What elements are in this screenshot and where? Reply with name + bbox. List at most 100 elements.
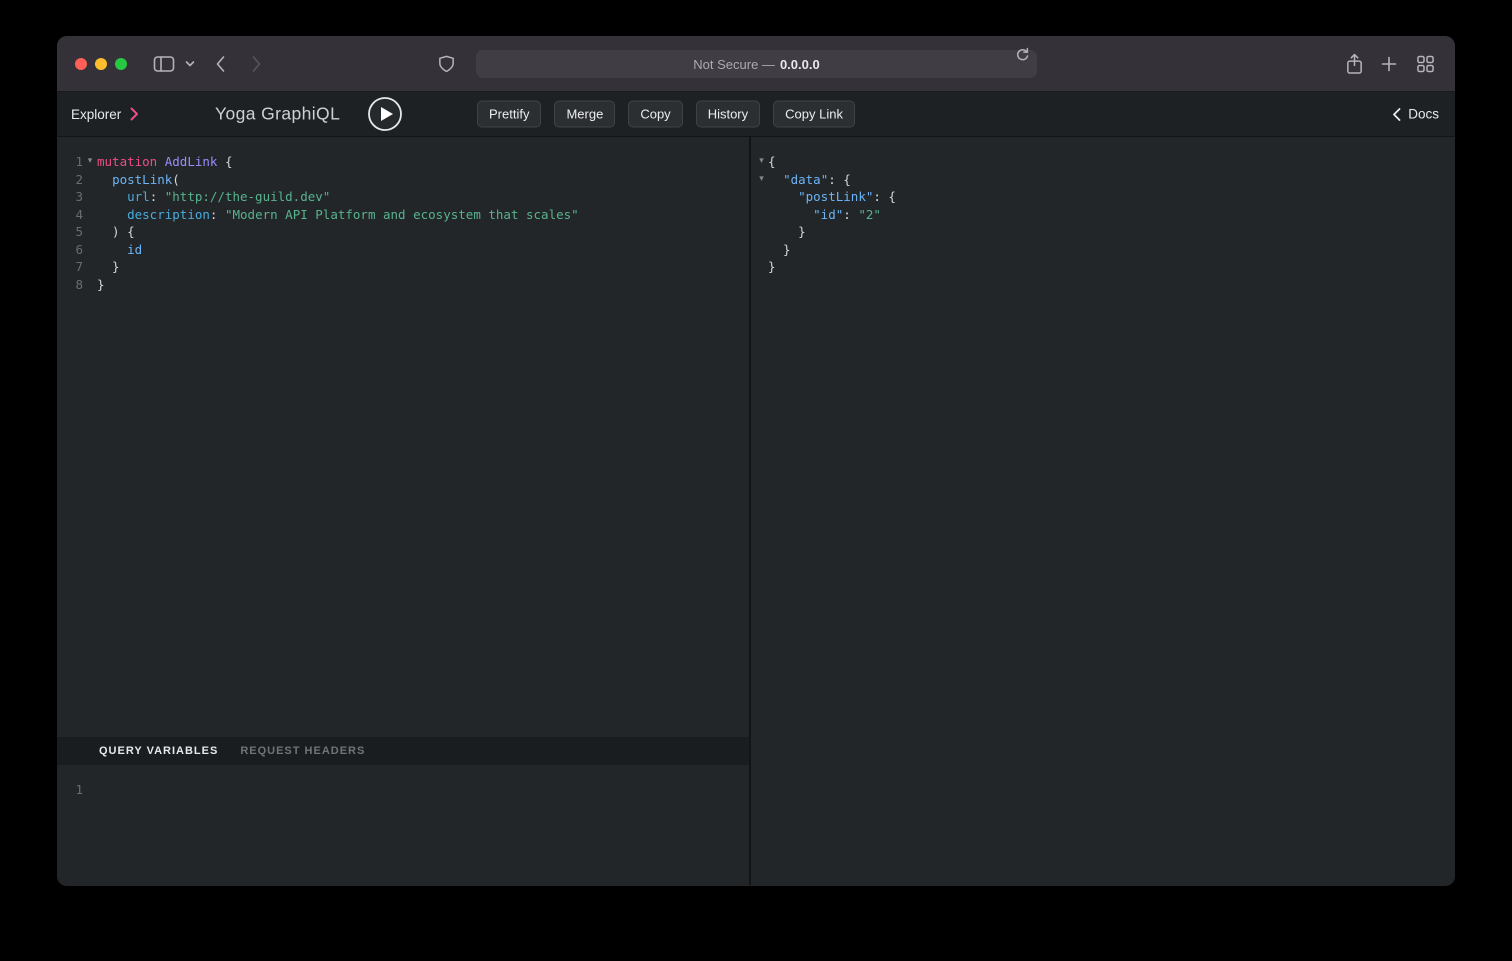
fold-spacer xyxy=(83,258,97,276)
sidebar-toggle-button[interactable] xyxy=(153,55,175,73)
fold-spacer xyxy=(755,241,768,259)
fold-arrow-icon[interactable]: ▾ xyxy=(755,171,768,189)
code-text: mutation AddLink { xyxy=(97,153,233,171)
traffic-lights xyxy=(75,58,127,70)
share-button[interactable] xyxy=(1345,53,1364,75)
share-icon xyxy=(1345,53,1364,75)
line-number: 1 xyxy=(57,781,83,799)
code-text: } xyxy=(768,258,776,276)
merge-button[interactable]: Merge xyxy=(554,101,615,128)
code-line: 7 } xyxy=(57,258,749,276)
minimize-window-button[interactable] xyxy=(95,58,107,70)
code-line: 1▾mutation AddLink { xyxy=(57,153,749,171)
query-editor[interactable]: 1▾mutation AddLink {2 postLink(3 url: "h… xyxy=(57,137,749,737)
new-tab-button[interactable] xyxy=(1381,56,1397,72)
code-text: } xyxy=(768,241,791,259)
fold-spacer xyxy=(83,206,97,224)
copy-link-button[interactable]: Copy Link xyxy=(773,101,855,128)
fold-spacer xyxy=(83,276,97,294)
code-line: ▾ "data": { xyxy=(751,171,1455,189)
sidebar-menu-chevron[interactable] xyxy=(185,60,195,67)
docs-label: Docs xyxy=(1408,107,1439,122)
execute-query-button[interactable] xyxy=(367,96,403,132)
fold-spacer xyxy=(755,188,768,206)
url-text: 0.0.0.0 xyxy=(780,57,820,72)
prettify-button[interactable]: Prettify xyxy=(477,101,541,128)
browser-toolbar: Not Secure — 0.0.0.0 xyxy=(57,36,1455,92)
zoom-window-button[interactable] xyxy=(115,58,127,70)
code-line: 8} xyxy=(57,276,749,294)
tab-grid-icon xyxy=(1417,55,1434,72)
code-text: "id": "2" xyxy=(768,206,881,224)
line-number: 8 xyxy=(57,276,83,294)
code-text: "postLink": { xyxy=(768,188,896,206)
fold-spacer xyxy=(83,171,97,189)
chevron-left-icon xyxy=(1392,107,1401,121)
fold-spacer xyxy=(83,241,97,259)
app-title: Yoga GraphiQL xyxy=(215,104,340,125)
variables-editor[interactable]: 1 xyxy=(57,765,749,885)
code-line: ▾{ xyxy=(751,153,1455,171)
code-text: } xyxy=(768,223,806,241)
chevron-down-icon xyxy=(185,60,195,67)
code-line: "id": "2" xyxy=(751,206,1455,224)
forward-button[interactable] xyxy=(251,55,262,73)
code-line: 2 postLink( xyxy=(57,171,749,189)
back-button[interactable] xyxy=(215,55,226,73)
play-icon xyxy=(367,96,403,132)
history-button[interactable]: History xyxy=(696,101,760,128)
chevron-right-icon xyxy=(251,55,262,73)
explorer-toggle-button[interactable]: Explorer xyxy=(71,92,139,136)
fold-spacer xyxy=(83,188,97,206)
variables-tab-bar: QUERY VARIABLES REQUEST HEADERS xyxy=(57,737,749,765)
fold-arrow-icon[interactable]: ▾ xyxy=(755,153,768,171)
editor-panes: 1▾mutation AddLink {2 postLink(3 url: "h… xyxy=(57,137,1455,885)
code-line: 1 xyxy=(57,781,749,799)
code-line: 6 id xyxy=(57,241,749,259)
address-bar[interactable]: Not Secure — 0.0.0.0 xyxy=(476,50,1037,78)
code-text: ) { xyxy=(97,223,135,241)
privacy-report-button[interactable] xyxy=(437,54,456,73)
fold-spacer xyxy=(83,223,97,241)
chevron-right-icon xyxy=(130,107,139,121)
reload-button[interactable] xyxy=(1015,47,1030,64)
tab-request-headers[interactable]: REQUEST HEADERS xyxy=(240,745,365,757)
code-line: 4 description: "Modern API Platform and … xyxy=(57,206,749,224)
reload-icon xyxy=(1015,47,1030,64)
docs-button[interactable]: Docs xyxy=(1392,107,1439,122)
code-line: 3 url: "http://the-guild.dev" xyxy=(57,188,749,206)
chevron-left-icon xyxy=(215,55,226,73)
code-text: description: "Modern API Platform and ec… xyxy=(97,206,579,224)
browser-window: Not Secure — 0.0.0.0 xyxy=(57,36,1455,886)
fold-spacer xyxy=(755,223,768,241)
code-line: 5 ) { xyxy=(57,223,749,241)
code-text: url: "http://the-guild.dev" xyxy=(97,188,330,206)
explorer-label: Explorer xyxy=(71,107,121,122)
code-line: } xyxy=(751,241,1455,259)
line-number: 7 xyxy=(57,258,83,276)
line-number: 4 xyxy=(57,206,83,224)
code-text: postLink( xyxy=(97,171,180,189)
graphiql-toolbar: Explorer Yoga GraphiQL Prettify Merge Co… xyxy=(57,92,1455,137)
response-pane: ▾{▾ "data": { "postLink": { "id": "2" } … xyxy=(749,137,1455,885)
response-viewer[interactable]: ▾{▾ "data": { "postLink": { "id": "2" } … xyxy=(751,137,1455,885)
shield-icon xyxy=(437,54,456,73)
tab-query-variables[interactable]: QUERY VARIABLES xyxy=(99,745,218,757)
line-number: 1 xyxy=(57,153,83,171)
query-pane: 1▾mutation AddLink {2 postLink(3 url: "h… xyxy=(57,137,749,885)
toolbar-button-group: Prettify Merge Copy History Copy Link xyxy=(477,101,855,128)
fold-spacer xyxy=(755,206,768,224)
fold-arrow-icon[interactable]: ▾ xyxy=(83,153,97,171)
code-line: } xyxy=(751,223,1455,241)
close-window-button[interactable] xyxy=(75,58,87,70)
code-text: id xyxy=(97,241,142,259)
fold-spacer xyxy=(83,781,97,799)
tab-overview-button[interactable] xyxy=(1417,55,1434,72)
line-number: 3 xyxy=(57,188,83,206)
fold-spacer xyxy=(755,258,768,276)
copy-button[interactable]: Copy xyxy=(628,101,682,128)
plus-icon xyxy=(1381,56,1397,72)
code-text: "data": { xyxy=(768,171,851,189)
code-line: } xyxy=(751,258,1455,276)
code-text: } xyxy=(97,276,105,294)
